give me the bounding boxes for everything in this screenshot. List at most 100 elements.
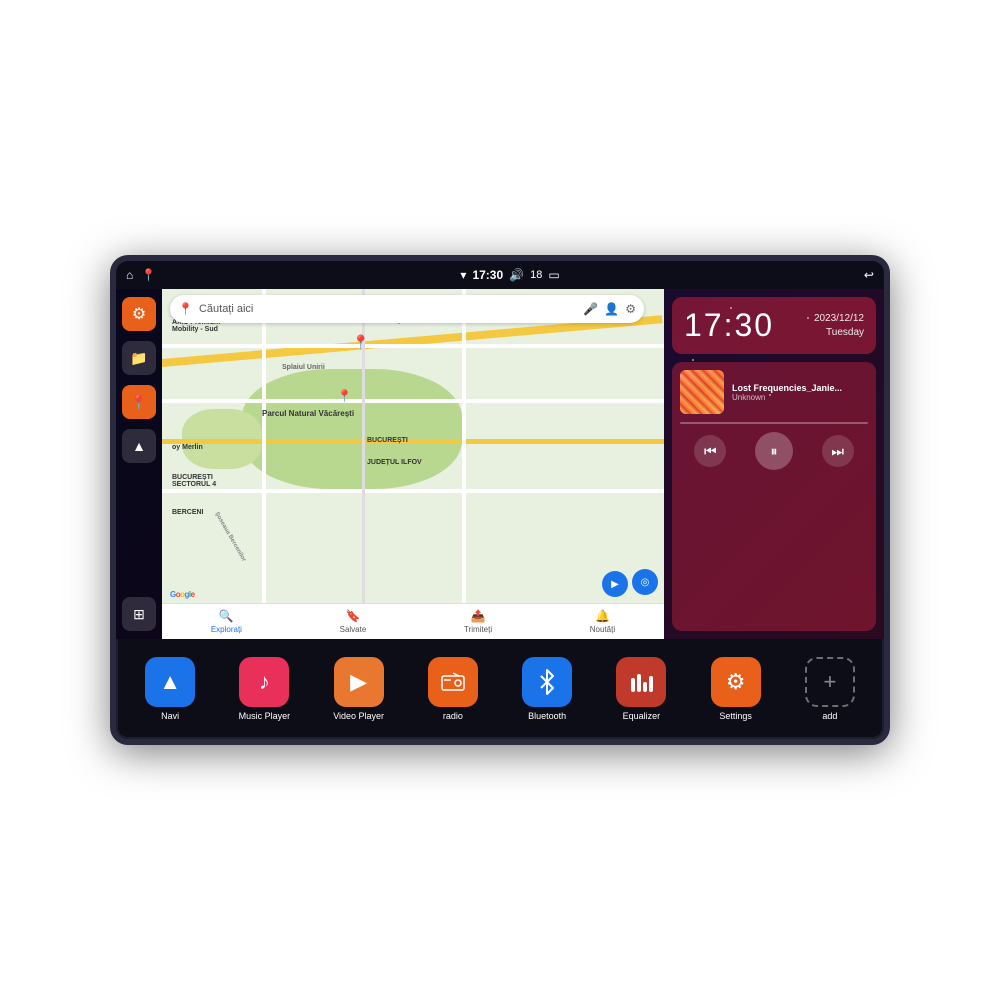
app-bluetooth[interactable]: Bluetooth [503, 657, 591, 721]
folder-icon: 📁 [130, 350, 147, 367]
music-title: Lost Frequencies_Janie... [732, 383, 868, 393]
clock-widget: 17:30 2023/12/12 Tuesday [672, 297, 876, 354]
back-icon[interactable]: ↩ [864, 268, 874, 282]
music-controls: ⏮ ⏸ ⏭ [680, 432, 868, 470]
sidebar-grid-btn[interactable]: ⊞ [122, 597, 156, 631]
add-label: add [822, 711, 837, 721]
app-equalizer[interactable]: Equalizer [597, 657, 685, 721]
home-status-icon[interactable]: ⌂ [126, 268, 133, 282]
navi-label: Navi [161, 711, 179, 721]
equalizer-svg [627, 668, 655, 696]
day-value: Tuesday [814, 326, 864, 340]
road-2 [162, 399, 664, 403]
clock-date: 2023/12/12 Tuesday [814, 312, 864, 340]
volume-icon: 🔊 [509, 268, 524, 282]
play-pause-icon: ⏸ [770, 443, 777, 460]
music-text: Lost Frequencies_Janie... Unknown [732, 383, 868, 402]
sidebar-navigation-btn[interactable]: ▲ [122, 429, 156, 463]
map-search-bar[interactable]: 📍 Căutați aici 🎤 👤 ⚙ [170, 295, 644, 323]
status-right: ↩ [864, 268, 874, 282]
video-player-label: Video Player [333, 711, 384, 721]
mic-icon[interactable]: 🎤 [583, 302, 598, 316]
music-info: Lost Frequencies_Janie... Unknown [680, 370, 868, 414]
bluetooth-label: Bluetooth [528, 711, 566, 721]
maps-status-icon[interactable]: 📍 [141, 268, 156, 282]
app-launcher: ▲ Navi ♪ Music Player ▶ Video Player [116, 639, 884, 739]
bluetooth-svg [534, 669, 560, 695]
map-label-splaiul: Splaiul Unirii [282, 364, 325, 371]
bluetooth-icon [522, 657, 572, 707]
music-progress-bar[interactable] [680, 422, 868, 424]
map-label-berceni: BERCENI [172, 509, 204, 516]
saved-icon: 🔖 [345, 609, 360, 623]
navi-icon-symbol: ▲ [159, 669, 181, 695]
center-area: AXIS PremiumMobility - Sud Pizza & Baker… [162, 289, 664, 639]
radio-label: radio [443, 711, 463, 721]
map-locate-btn[interactable]: ◎ [632, 569, 658, 595]
battery-level: 18 [530, 269, 542, 281]
road-v3 [462, 289, 466, 639]
map-label-sector4: BUCUREȘTISECTORUL 4 [172, 474, 216, 488]
battery-icon: ▭ [548, 268, 559, 282]
road-3 [162, 439, 664, 444]
location-icon: 📍 [130, 394, 147, 411]
album-art [680, 370, 724, 414]
sidebar-location-btn[interactable]: 📍 [122, 385, 156, 419]
google-maps-pin-icon: 📍 [178, 302, 193, 316]
account-icon[interactable]: 👤 [604, 302, 619, 316]
settings-symbol: ⚙ [726, 669, 746, 695]
map-pin-pizza: 📍 [352, 334, 369, 351]
saved-label: Salvate [340, 625, 367, 634]
map-container[interactable]: AXIS PremiumMobility - Sud Pizza & Baker… [162, 289, 664, 639]
equalizer-label: Equalizer [623, 711, 661, 721]
explore-label: Explorați [211, 625, 242, 634]
map-bottom-bar: 🔍 Explorați 🔖 Salvate 📤 Trimiteți � [162, 603, 664, 639]
share-icon: 📤 [471, 609, 486, 623]
next-track-btn[interactable]: ⏭ [822, 435, 854, 467]
wifi-icon: ▾ [460, 268, 466, 282]
add-icon: + [805, 657, 855, 707]
next-icon: ⏭ [831, 443, 844, 460]
settings-icon: ⚙ [132, 304, 146, 324]
navigation-icon: ▲ [132, 438, 146, 454]
map-label-ilfov: JUDEȚUL ILFOV [367, 459, 422, 466]
app-add[interactable]: + add [786, 657, 874, 721]
sidebar-folder-btn[interactable]: 📁 [122, 341, 156, 375]
search-text: Căutați aici [199, 303, 577, 315]
status-time: 17:30 [472, 268, 503, 282]
clock-time: 17:30 [684, 307, 774, 344]
google-logo: Google [170, 590, 195, 599]
map-explore-btn[interactable]: 🔍 Explorați [211, 609, 242, 634]
map-saved-btn[interactable]: 🔖 Salvate [340, 609, 367, 634]
app-video-player[interactable]: ▶ Video Player [315, 657, 403, 721]
map-label-buc: BUCUREȘTI [367, 437, 408, 444]
map-nav-btn[interactable]: ▶ [602, 571, 628, 597]
road-v1 [262, 289, 266, 639]
add-symbol: + [823, 669, 836, 695]
status-center: ▾ 17:30 🔊 18 ▭ [460, 268, 559, 282]
app-settings[interactable]: ⚙ Settings [692, 657, 780, 721]
map-pin-parcul: 📍 [337, 389, 352, 403]
map-share-btn[interactable]: 📤 Trimiteți [464, 609, 492, 634]
sidebar: ⚙ 📁 📍 ▲ ⊞ [116, 289, 162, 639]
play-pause-btn[interactable]: ⏸ [755, 432, 793, 470]
map-background: AXIS PremiumMobility - Sud Pizza & Baker… [162, 289, 664, 639]
equalizer-icon [616, 657, 666, 707]
app-radio[interactable]: radio [409, 657, 497, 721]
music-player-icon: ♪ [239, 657, 289, 707]
main-road-1 [162, 315, 662, 367]
status-left: ⌂ 📍 [126, 268, 156, 282]
grid-icon: ⊞ [133, 606, 145, 623]
settings-map-icon[interactable]: ⚙ [625, 302, 636, 316]
sidebar-settings-btn[interactable]: ⚙ [122, 297, 156, 331]
map-label-sosea: Șoseaua Bercenilor [213, 511, 246, 563]
prev-track-btn[interactable]: ⏮ [694, 435, 726, 467]
park-area [242, 369, 462, 489]
radio-svg [439, 668, 467, 696]
app-music-player[interactable]: ♪ Music Player [220, 657, 308, 721]
app-navi[interactable]: ▲ Navi [126, 657, 214, 721]
map-news-btn[interactable]: 🔔 Noutăți [590, 609, 615, 634]
device-frame: ⌂ 📍 ▾ 17:30 🔊 18 ▭ ↩ [110, 255, 890, 745]
video-player-icon: ▶ [334, 657, 384, 707]
main-content: ⚙ 📁 📍 ▲ ⊞ [116, 289, 884, 639]
